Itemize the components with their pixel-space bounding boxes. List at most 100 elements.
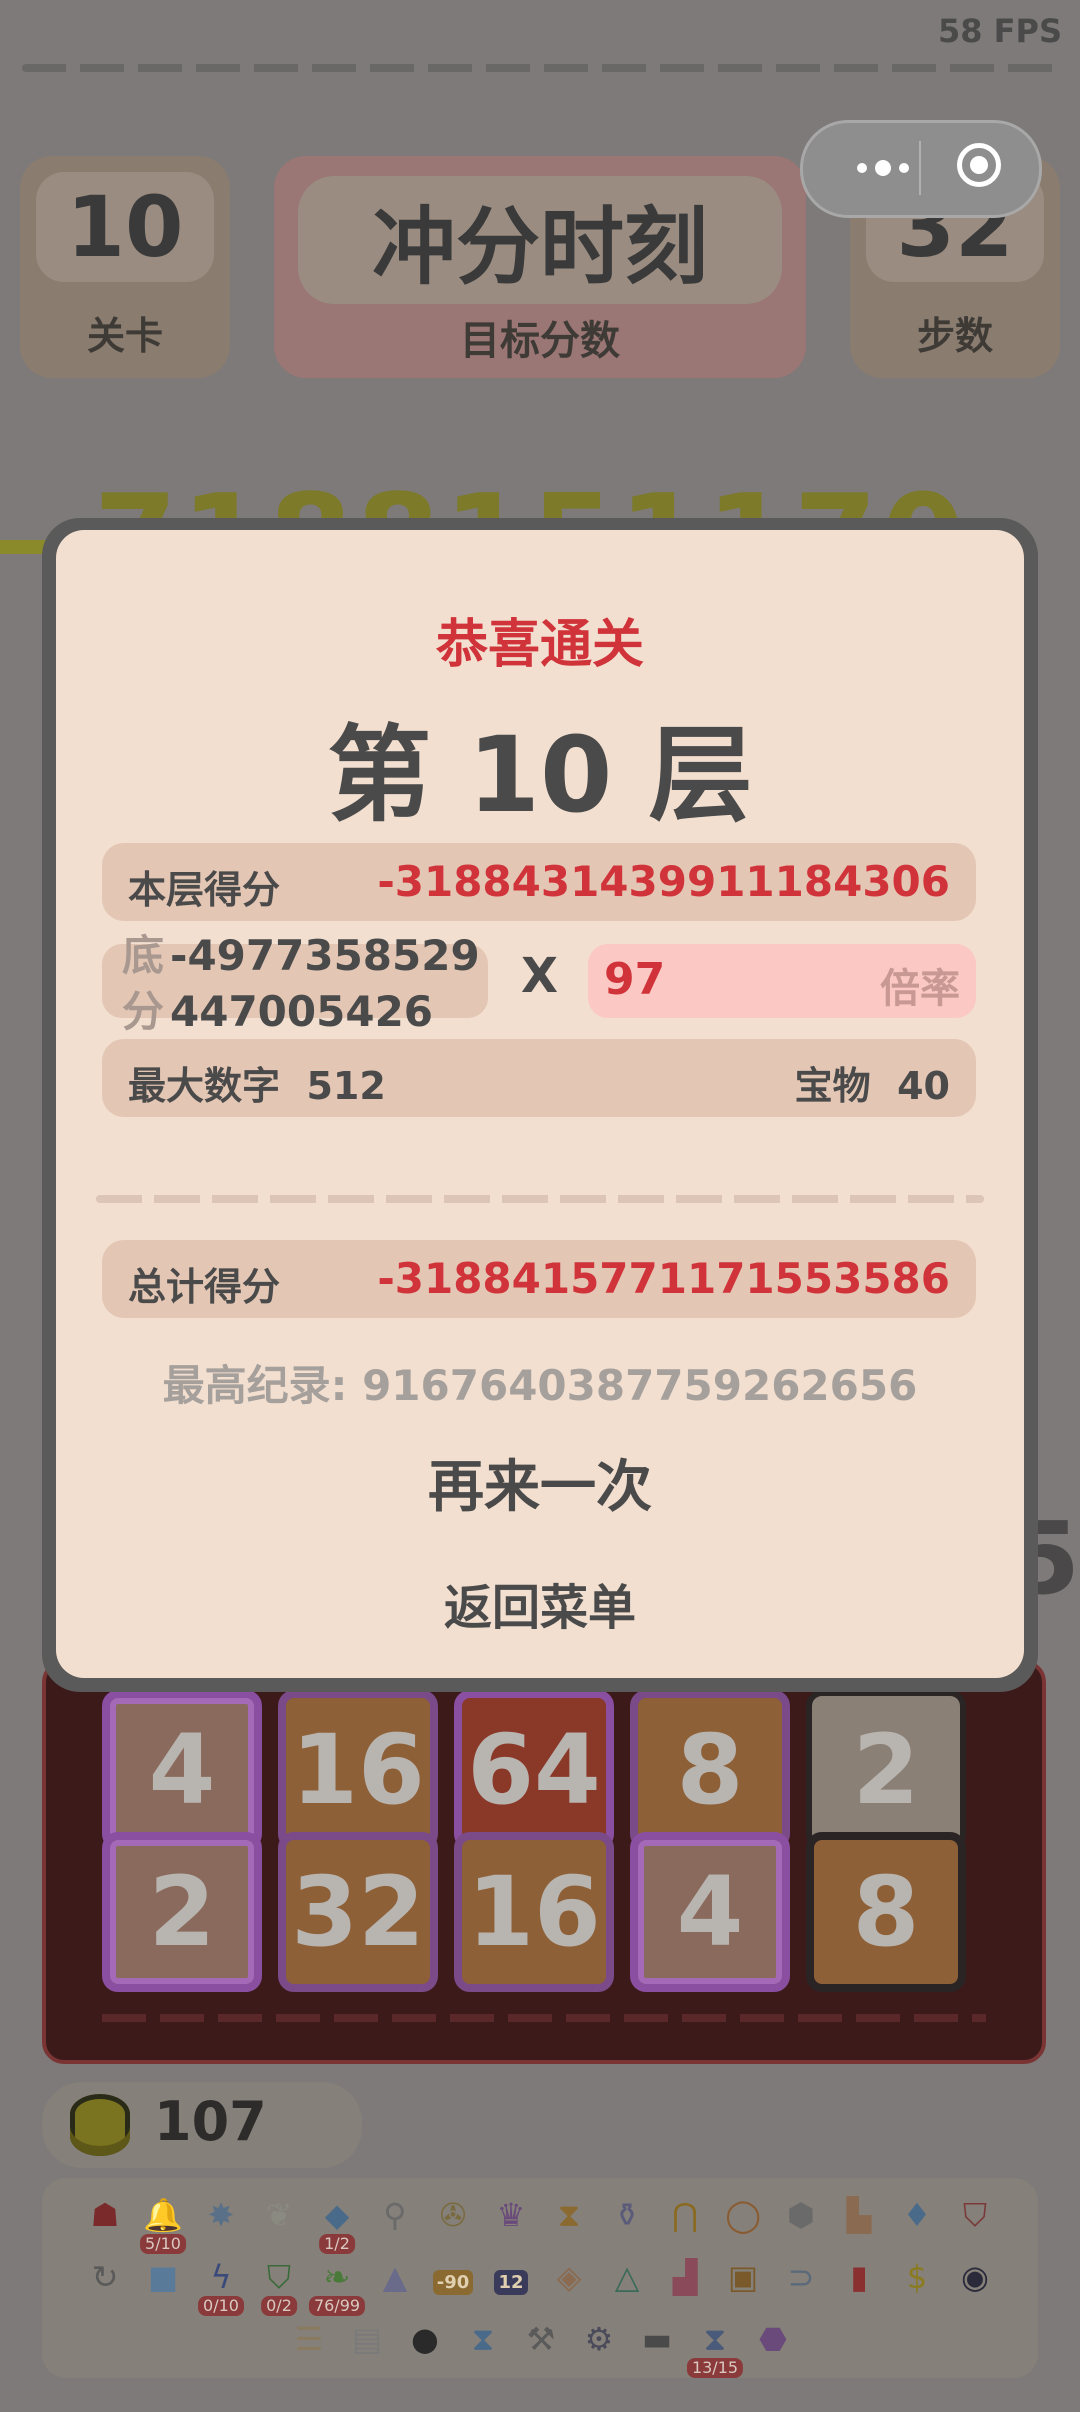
item-count-badge: 76/99 <box>308 2296 366 2316</box>
coin-count: 107 <box>154 2090 267 2153</box>
board-row-1: 4 16 64 8 2 <box>102 1690 966 1850</box>
total-score-value: -3188415771171553586 <box>377 1254 950 1303</box>
congrats-title: 恭喜通关 <box>435 615 644 675</box>
target-dot-icon <box>970 156 988 174</box>
gear-icon[interactable]: ⚙ <box>574 2314 624 2364</box>
total-score-row: 总计得分 -3188415771171553586 <box>102 1240 976 1318</box>
inventory-row: ☗ 🔔 5/10 ✸ ❦ ◆ 1/2 ⚲ ✇ ♛ ⧗ ⚱ ⋂ ◯ ⬢ ▙ ♦ ⛉ <box>80 2190 1000 2254</box>
board-tile[interactable]: 16 <box>454 1832 614 1992</box>
hourglass-small-icon[interactable]: ⧗ 13/15 <box>686 2314 744 2378</box>
base-label-1: 底 <box>122 931 165 980</box>
item-count-badge: 5/10 <box>140 2234 186 2254</box>
triangle-icon[interactable]: △ <box>602 2252 652 2302</box>
lightning-disk-icon[interactable]: ϟ 0/10 <box>196 2252 246 2316</box>
scroll-icon[interactable]: ☰ <box>284 2314 334 2364</box>
inventory-row: ↻ ■ ϟ 0/10 ⛉ 0/2 ❧ 76/99 ▲ -90 12 ◈ △ ▟ ▣ ⊃ ▮ $ ◉ <box>80 2252 1000 2316</box>
board-tile[interactable]: 4 <box>102 1690 262 1850</box>
pipe-icon[interactable]: ⊃ <box>776 2252 826 2302</box>
base-value-line2: 447005426 <box>170 987 434 1036</box>
bell-icon[interactable]: 🔔 5/10 <box>138 2190 188 2254</box>
more-menu-button[interactable] <box>833 143 933 193</box>
item-count-badge: 13/15 <box>686 2358 744 2378</box>
gourd-icon[interactable]: ❦ <box>254 2190 304 2240</box>
crystal-icon[interactable]: ◆ 1/2 <box>312 2190 362 2254</box>
layer-title: 第 10 层 <box>327 714 753 836</box>
ticket-icon[interactable]: -90 <box>428 2252 478 2302</box>
level-panel: 10 关卡 <box>20 156 230 378</box>
item-count-badge: 0/10 <box>198 2296 244 2316</box>
hourglass-icon[interactable]: ⧗ <box>544 2190 594 2240</box>
hourglass-blue-icon[interactable]: ⧗ <box>458 2314 508 2364</box>
coin-panel: 107 <box>42 2082 362 2168</box>
result-modal: 恭喜通关 第 10 层 本层得分 -3188431439911184306 底-… <box>56 530 1024 1678</box>
chest-icon[interactable]: ▣ <box>718 2252 768 2302</box>
multiplier-value: 97 <box>604 954 666 1005</box>
max-number-value: 512 <box>306 1064 386 1108</box>
game-board: 4 16 64 8 2 2 32 16 4 8 <box>42 1660 1046 2064</box>
purple-box-icon[interactable]: ⬣ <box>748 2314 798 2364</box>
axe-icon[interactable]: ⚒ <box>516 2314 566 2364</box>
board-tile[interactable]: 4 <box>630 1832 790 1992</box>
ring-icon[interactable]: ◯ <box>718 2190 768 2240</box>
board-tile[interactable]: 8 <box>806 1832 966 1992</box>
fps-counter: 58 FPS <box>937 12 1062 50</box>
blue-crystal-icon[interactable]: ♦ <box>892 2190 942 2240</box>
max-number-row: 最大数字 512 宝物 40 <box>102 1039 976 1117</box>
high-record: 最高纪录: 9167640387759262656 <box>162 1361 918 1410</box>
board-tile[interactable]: 2 <box>806 1690 966 1850</box>
steps-label: 步数 <box>916 314 993 358</box>
board-tile[interactable]: 64 <box>454 1690 614 1850</box>
board-tile[interactable]: 2 <box>102 1832 262 1992</box>
shell-icon[interactable]: ◈ <box>544 2252 594 2302</box>
magnifier-icon[interactable]: ⚲ <box>370 2190 420 2240</box>
base-score: 底 -4977358529 分 447005426 <box>122 928 480 1040</box>
total-score-label: 总计得分 <box>128 1265 281 1309</box>
top-divider <box>22 64 1058 72</box>
back-to-menu-button[interactable]: 返回菜单 <box>56 1568 1024 1638</box>
max-number: 最大数字 512 <box>128 1055 386 1110</box>
demon-mask-icon[interactable]: ☗ <box>80 2190 130 2240</box>
item-count-badge: 1/2 <box>319 2234 355 2254</box>
book-icon[interactable]: ▮ <box>834 2252 884 2302</box>
rock-icon[interactable]: ⬢ <box>776 2190 826 2240</box>
close-target-button[interactable] <box>957 143 1001 187</box>
board-tile[interactable]: 16 <box>278 1690 438 1850</box>
leaf-icon[interactable]: ❧ 76/99 <box>308 2252 366 2316</box>
board-tile[interactable]: 32 <box>278 1832 438 1992</box>
eye-orb-icon[interactable]: ◉ <box>950 2252 1000 2302</box>
layer-score-row: 本层得分 -3188431439911184306 <box>102 843 976 921</box>
ice-cube-icon[interactable]: ■ <box>138 2252 188 2302</box>
layer-score-label: 本层得分 <box>128 868 281 912</box>
base-value-line1: -4977358529 <box>170 931 480 980</box>
dollar-coin-icon[interactable]: $ <box>892 2252 942 2302</box>
clock-icon[interactable]: 12 <box>486 2252 536 2302</box>
gun-icon[interactable]: ▬ <box>632 2314 682 2364</box>
play-again-button[interactable]: 再来一次 <box>56 1442 1024 1523</box>
shield-icon[interactable]: ⛉ <box>950 2190 1000 2240</box>
base-label-2: 分 <box>122 987 165 1036</box>
helmet-icon[interactable]: ● <box>400 2314 450 2364</box>
green-shield-icon[interactable]: ⛉ 0/2 <box>254 2252 304 2316</box>
cards-icon[interactable]: ▤ <box>342 2314 392 2364</box>
times-sign: X <box>521 948 559 1004</box>
crown-icon[interactable]: ♛ <box>486 2190 536 2240</box>
inventory-row: ☰ ▤ ● ⧗ ⚒ ⚙ ▬ ⧗ 13/15 ⬣ <box>284 2314 798 2378</box>
target-panel: 冲分时刻 目标分数 <box>274 156 806 378</box>
layer-score-value: -3188431439911184306 <box>377 857 950 906</box>
treasure-label: 宝物 <box>794 1064 871 1108</box>
item-label: -90 <box>432 2270 474 2295</box>
compass-icon[interactable]: ✇ <box>428 2190 478 2240</box>
sneaker-icon[interactable]: ▟ <box>660 2252 710 2302</box>
level-value: 10 <box>36 172 214 282</box>
board-tile[interactable]: 8 <box>630 1690 790 1850</box>
jars-icon[interactable]: ⚱ <box>602 2190 652 2240</box>
treasure-value: 40 <box>897 1064 950 1108</box>
max-number-label: 最大数字 <box>128 1064 281 1108</box>
boot-icon[interactable]: ▙ <box>834 2190 884 2240</box>
loop-icon[interactable]: ↻ <box>80 2252 130 2302</box>
target-label: 目标分数 <box>460 318 620 364</box>
magnet-icon[interactable]: ⋂ <box>660 2190 710 2240</box>
treasure-inventory: ☗ 🔔 5/10 ✸ ❦ ◆ 1/2 ⚲ ✇ ♛ ⧗ ⚱ ⋂ ◯ ⬢ ▙ ♦ ⛉ ↻ ■ ϟ 0/10 ⛉ 0/2 ❧ 76/9… <box>42 2178 1038 2378</box>
pyramid-icon[interactable]: ▲ <box>370 2252 420 2302</box>
star-burst-icon[interactable]: ✸ <box>196 2190 246 2240</box>
